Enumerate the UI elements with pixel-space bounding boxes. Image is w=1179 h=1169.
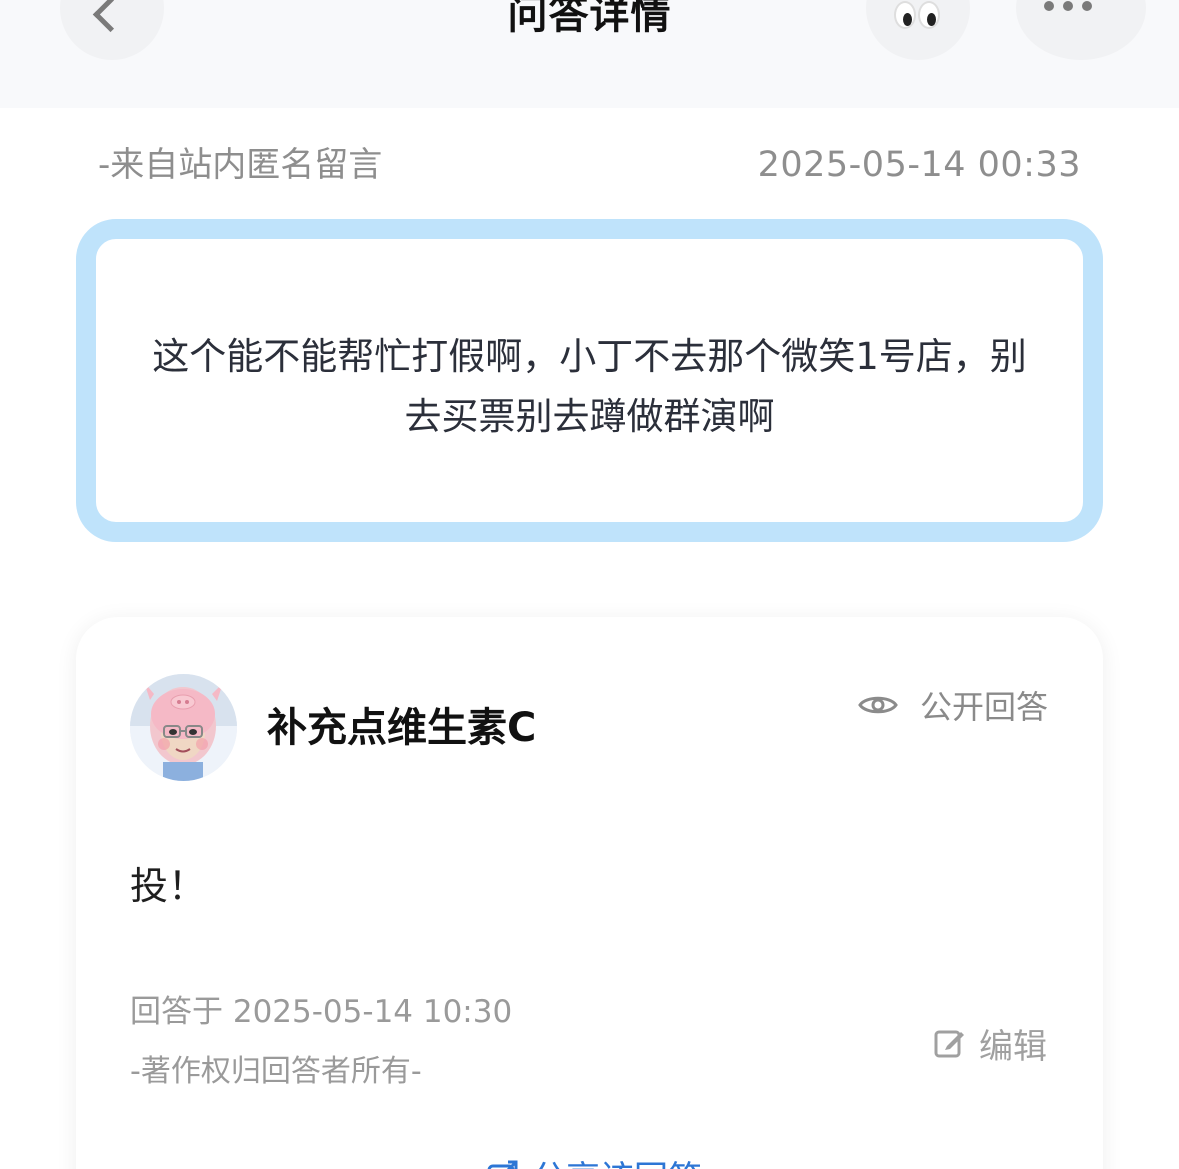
question-detail-page: 问答详情 -来自站内匿名留言 2025-05-14 00:33 这个能不能帮忙打…: [0, 0, 1179, 1169]
top-navigation-bar: 问答详情: [0, 0, 1179, 108]
question-card: 这个能不能帮忙打假啊，小丁不去那个微笑1号店，别去买票别去蹲做群演啊: [76, 219, 1103, 542]
question-text: 这个能不能帮忙打假啊，小丁不去那个微笑1号店，别去买票别去蹲做群演啊: [152, 335, 1027, 438]
author-avatar[interactable]: [130, 674, 237, 781]
visibility-status: 公开回答: [858, 685, 1048, 726]
share-answer-button[interactable]: 分享该回答: [486, 1155, 702, 1169]
share-icon: [487, 1160, 518, 1169]
page-title: 问答详情: [507, 0, 672, 38]
visibility-label: 公开回答: [919, 688, 1048, 726]
more-dots-icon: [1044, 1, 1092, 11]
share-label: 分享该回答: [532, 1151, 702, 1169]
eyes-icon: [891, 1, 947, 29]
edit-label: 编辑: [979, 1026, 1047, 1067]
edit-button[interactable]: 编辑: [933, 1022, 1047, 1067]
answer-card: 补充点维生素C 公开回答 投！ 回答于 2025-05-14 10:30 -著作…: [76, 617, 1103, 1169]
author-name[interactable]: 补充点维生素C: [267, 704, 536, 752]
answer-time: 回答于 2025-05-14 10:30: [130, 994, 513, 1030]
more-options-button[interactable]: [1016, 0, 1146, 60]
answer-text: 投！: [130, 864, 207, 908]
eyes-button[interactable]: [866, 0, 970, 60]
copyright-notice: -著作权归回答者所有-: [130, 1054, 422, 1089]
eye-icon: [858, 696, 898, 714]
question-datetime: 2025-05-14 00:33: [757, 145, 1081, 185]
pig-hat-avatar-icon: [130, 674, 237, 781]
question-source: -来自站内匿名留言: [98, 145, 383, 185]
edit-icon: [934, 1030, 964, 1058]
